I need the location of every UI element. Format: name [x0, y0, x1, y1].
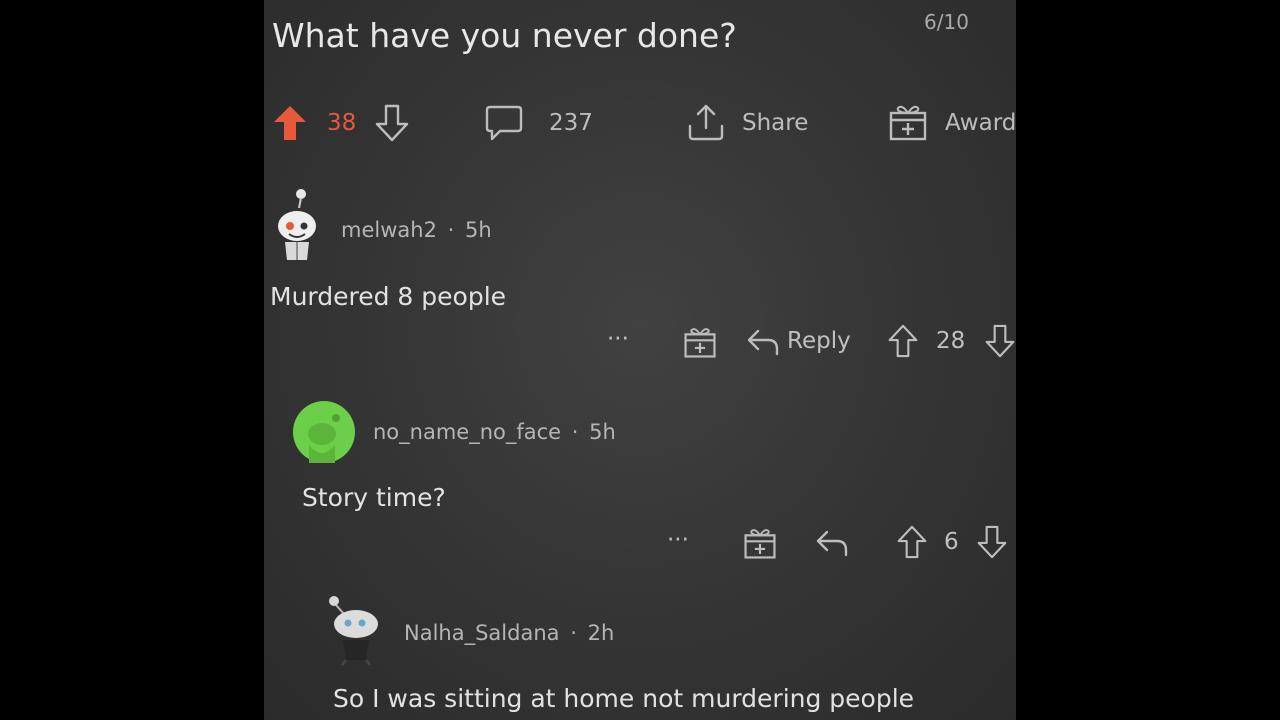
downvote-arrow-icon[interactable]: [976, 525, 1008, 559]
comments-count[interactable]: 237: [549, 110, 593, 136]
award-gift-icon[interactable]: [683, 325, 717, 359]
downvote-arrow-icon[interactable]: [984, 324, 1016, 358]
more-dots-icon[interactable]: ···: [667, 527, 689, 553]
comment-meta: melwah2 · 5h: [341, 218, 492, 242]
meta-separator: ·: [447, 218, 455, 242]
award-gift-icon[interactable]: [888, 102, 928, 142]
downvote-arrow-icon[interactable]: [374, 104, 410, 142]
share-label[interactable]: Share: [742, 110, 808, 136]
page-counter: 6/10: [924, 10, 969, 34]
comment-username[interactable]: no_name_no_face: [373, 420, 561, 444]
reply-label[interactable]: Reply: [787, 328, 851, 354]
comment-age: 2h: [587, 621, 615, 645]
comment-bubble-icon[interactable]: [484, 104, 524, 142]
comment-age: 5h: [465, 218, 492, 242]
comment-body: Murdered 8 people: [270, 282, 507, 311]
post-title: What have you never done?: [272, 16, 737, 55]
comment-meta: no_name_no_face · 5h: [373, 420, 616, 444]
meta-separator: ·: [570, 621, 577, 645]
meta-separator: ·: [571, 420, 579, 444]
comment-username[interactable]: melwah2: [341, 218, 437, 242]
award-gift-icon[interactable]: [743, 526, 777, 560]
comment-body: So I was sitting at home not murdering p…: [333, 684, 915, 713]
snoo-avatar-icon: [293, 401, 355, 463]
snoo-avatar-icon: [326, 592, 384, 666]
comment-score: 28: [936, 328, 966, 354]
comment-score: 6: [944, 529, 959, 555]
comment-body: Story time?: [302, 483, 446, 512]
upvote-count: 38: [327, 110, 357, 136]
reply-arrow-icon[interactable]: [746, 328, 780, 356]
share-icon[interactable]: [686, 102, 726, 142]
comment-username[interactable]: Nalha_Saldana: [404, 621, 560, 645]
post-panel: What have you never done? 6/10 38 237 Sh…: [264, 0, 1016, 720]
comment-meta: Nalha_Saldana · 2h: [404, 621, 614, 645]
snoo-avatar-icon: [270, 186, 320, 262]
more-dots-icon[interactable]: ···: [607, 326, 629, 352]
reply-arrow-icon[interactable]: [815, 529, 849, 557]
comment-age: 5h: [589, 420, 616, 444]
upvote-arrow-icon[interactable]: [887, 324, 919, 358]
award-label[interactable]: Award: [945, 110, 1016, 136]
upvote-arrow-icon[interactable]: [896, 525, 928, 559]
upvote-arrow-icon[interactable]: [272, 104, 308, 142]
